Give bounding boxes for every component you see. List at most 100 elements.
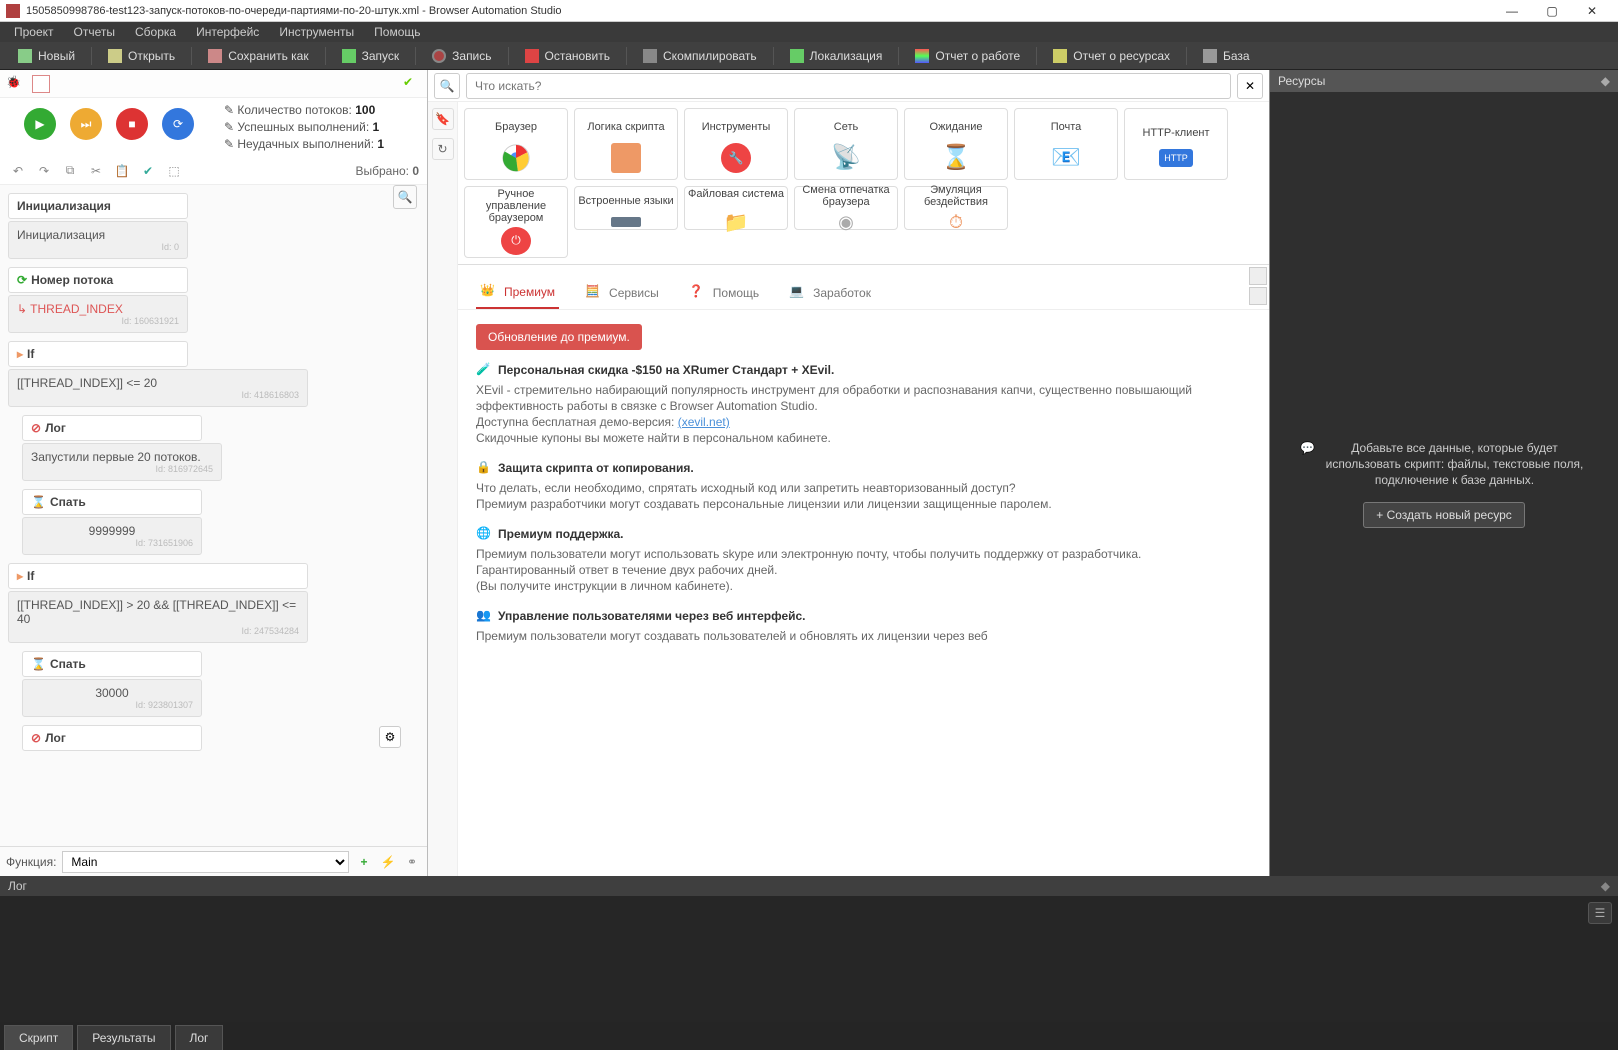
tile-wait[interactable]: Ожидание⌛ <box>904 108 1008 180</box>
menu-project[interactable]: Проект <box>4 23 64 41</box>
block-log-1[interactable]: ⊘Лог <box>22 415 202 441</box>
settings-icon[interactable] <box>1249 287 1267 305</box>
script-area[interactable]: 🔍 Инициализация ИнициализацияId: 0 ⟳Номе… <box>0 185 427 846</box>
tile-tools[interactable]: Инструменты🔧 <box>684 108 788 180</box>
validate-icon[interactable]: ✔ <box>403 75 421 93</box>
open-button[interactable]: Открыть <box>96 46 187 66</box>
mail-icon: 📧 <box>1051 143 1081 173</box>
tile-fs[interactable]: Файловая система📁 <box>684 186 788 230</box>
xevil-link[interactable]: (xevil.net) <box>678 415 730 429</box>
tab-earn[interactable]: 💻Заработок <box>785 277 875 309</box>
menu-reports[interactable]: Отчеты <box>64 23 125 41</box>
menu-help[interactable]: Помощь <box>364 23 430 41</box>
bookmark-icon[interactable]: 🔖 <box>432 108 454 130</box>
menu-build[interactable]: Сборка <box>125 23 186 41</box>
doc-icon[interactable] <box>32 75 50 93</box>
block-if-1[interactable]: ▸If <box>8 341 188 367</box>
tile-browser[interactable]: Браузер <box>464 108 568 180</box>
main-toolbar: Новый Открыть Сохранить как Запуск Запис… <box>0 42 1618 70</box>
new-button[interactable]: Новый <box>6 46 87 66</box>
reload-icon: ⟳ <box>173 117 183 131</box>
tile-mail[interactable]: Почта📧 <box>1014 108 1118 180</box>
block-sleep-1[interactable]: ⌛Спать <box>22 489 202 515</box>
function-select[interactable]: Main <box>62 851 349 873</box>
search-icon[interactable]: 🔍 <box>434 73 460 99</box>
tile-idle[interactable]: Эмуляция бездействия⏱ <box>904 186 1008 230</box>
script-panel: 🐞 ✔ ▶ ⏭ ■ ⟳ ✎ Количество потоков: 100 ✎ … <box>0 70 428 876</box>
localize-button[interactable]: Локализация <box>778 46 895 66</box>
wrench-icon: 🔧 <box>721 143 751 173</box>
stats: ✎ Количество потоков: 100 ✎ Успешных вып… <box>212 102 421 153</box>
history-icon[interactable]: ↻ <box>432 138 454 160</box>
tile-http[interactable]: HTTP-клиентHTTP <box>1124 108 1228 180</box>
menu-tools[interactable]: Инструменты <box>269 23 364 41</box>
globe-icon: 🌐 <box>476 526 492 542</box>
block-log-2[interactable]: ⊘Лог ⚙ <box>22 725 202 751</box>
block-if-2-body[interactable]: [[THREAD_INDEX]] > 20 && [[THREAD_INDEX]… <box>8 591 308 643</box>
reload-button[interactable]: ⟳ <box>162 108 194 140</box>
check-icon[interactable]: ✔ <box>138 161 158 181</box>
log-menu-button[interactable]: ☰ <box>1588 902 1612 924</box>
undo-icon[interactable]: ↶ <box>8 161 28 181</box>
report-work-button[interactable]: Отчет о работе <box>903 46 1032 66</box>
menu-interface[interactable]: Интерфейс <box>186 23 269 41</box>
log-body[interactable]: ☰ <box>0 896 1618 1022</box>
block-thread-index[interactable]: ⟳Номер потока <box>8 267 188 293</box>
tab-log[interactable]: Лог <box>175 1025 224 1050</box>
block-sleep-2-body[interactable]: 30000Id: 923801307 <box>22 679 202 717</box>
maximize-button[interactable]: ▢ <box>1532 4 1572 18</box>
tab-script[interactable]: Скрипт <box>4 1025 73 1050</box>
block-sleep-2[interactable]: ⌛Спать <box>22 651 202 677</box>
saveas-button[interactable]: Сохранить как <box>196 46 320 66</box>
close-button[interactable]: ✕ <box>1572 4 1612 18</box>
tab-results[interactable]: Результаты <box>77 1025 170 1050</box>
premium-sec-4: 👥Управление пользователями через веб инт… <box>476 608 1251 644</box>
tab-premium[interactable]: 👑Премиум <box>476 277 559 309</box>
upgrade-button[interactable]: Обновление до премиум. <box>476 324 642 350</box>
paste-icon[interactable]: 📋 <box>112 161 132 181</box>
tile-fingerprint[interactable]: Смена отпечатка браузера◉ <box>794 186 898 230</box>
redo-icon[interactable]: ↷ <box>34 161 54 181</box>
copy-icon[interactable]: ⧉ <box>60 161 80 181</box>
tab-help[interactable]: ❓Помощь <box>685 277 763 309</box>
record-button[interactable]: Запись <box>420 46 503 66</box>
play-button[interactable]: ▶ <box>24 108 56 140</box>
tile-langs[interactable]: Встроенные языки <box>574 186 678 230</box>
block-log-1-body[interactable]: Запустили первые 20 потоков.Id: 81697264… <box>22 443 222 481</box>
expand-icon[interactable] <box>1249 267 1267 285</box>
log-collapse-icon[interactable]: ◆ <box>1601 879 1610 893</box>
script-search-button[interactable]: 🔍 <box>393 185 417 209</box>
resources-collapse-icon[interactable]: ◆ <box>1601 74 1610 88</box>
database-button[interactable]: База <box>1191 46 1262 66</box>
select-all-icon[interactable]: ⬚ <box>164 161 184 181</box>
edit-toolbar: ↶ ↷ ⧉ ✂ 📋 ✔ ⬚ Выбрано: 0 <box>0 157 427 185</box>
block-if-1-body[interactable]: [[THREAD_INDEX]] <= 20Id: 418616803 <box>8 369 308 407</box>
block-if-2[interactable]: ▸If <box>8 563 308 589</box>
bug-icon[interactable]: 🐞 <box>6 75 24 93</box>
saveas-label: Сохранить как <box>228 49 308 63</box>
db-label: База <box>1223 49 1250 63</box>
tile-logic[interactable]: Логика скрипта <box>574 108 678 180</box>
run-button[interactable]: Запуск <box>330 46 412 66</box>
link-icon[interactable]: ⚭ <box>403 853 421 871</box>
minimize-button[interactable]: — <box>1492 4 1532 18</box>
stop-run-button[interactable]: ■ <box>116 108 148 140</box>
tab-services[interactable]: 🧮Сервисы <box>581 277 663 309</box>
report-res-button[interactable]: Отчет о ресурсах <box>1041 46 1182 66</box>
create-resource-button[interactable]: + Создать новый ресурс <box>1363 502 1525 528</box>
block-init-body[interactable]: ИнициализацияId: 0 <box>8 221 188 259</box>
block-init[interactable]: Инициализация <box>8 193 188 219</box>
compile-button[interactable]: Скомпилировать <box>631 46 769 66</box>
lightning-icon[interactable]: ⚡ <box>379 853 397 871</box>
stop-button[interactable]: Остановить <box>513 46 623 66</box>
tile-network[interactable]: Сеть📡 <box>794 108 898 180</box>
add-function-button[interactable]: + <box>355 853 373 871</box>
block-thread-index-body[interactable]: ↳ THREAD_INDEXId: 160631921 <box>8 295 188 333</box>
tile-manual[interactable]: Ручное управление браузером⏻ <box>464 186 568 258</box>
cut-icon[interactable]: ✂ <box>86 161 106 181</box>
block-sleep-1-body[interactable]: 9999999Id: 731651906 <box>22 517 202 555</box>
search-input[interactable] <box>466 73 1231 99</box>
step-button[interactable]: ⏭ <box>70 108 102 140</box>
gear-icon[interactable]: ⚙ <box>379 726 401 748</box>
search-clear-button[interactable]: ✕ <box>1237 73 1263 99</box>
